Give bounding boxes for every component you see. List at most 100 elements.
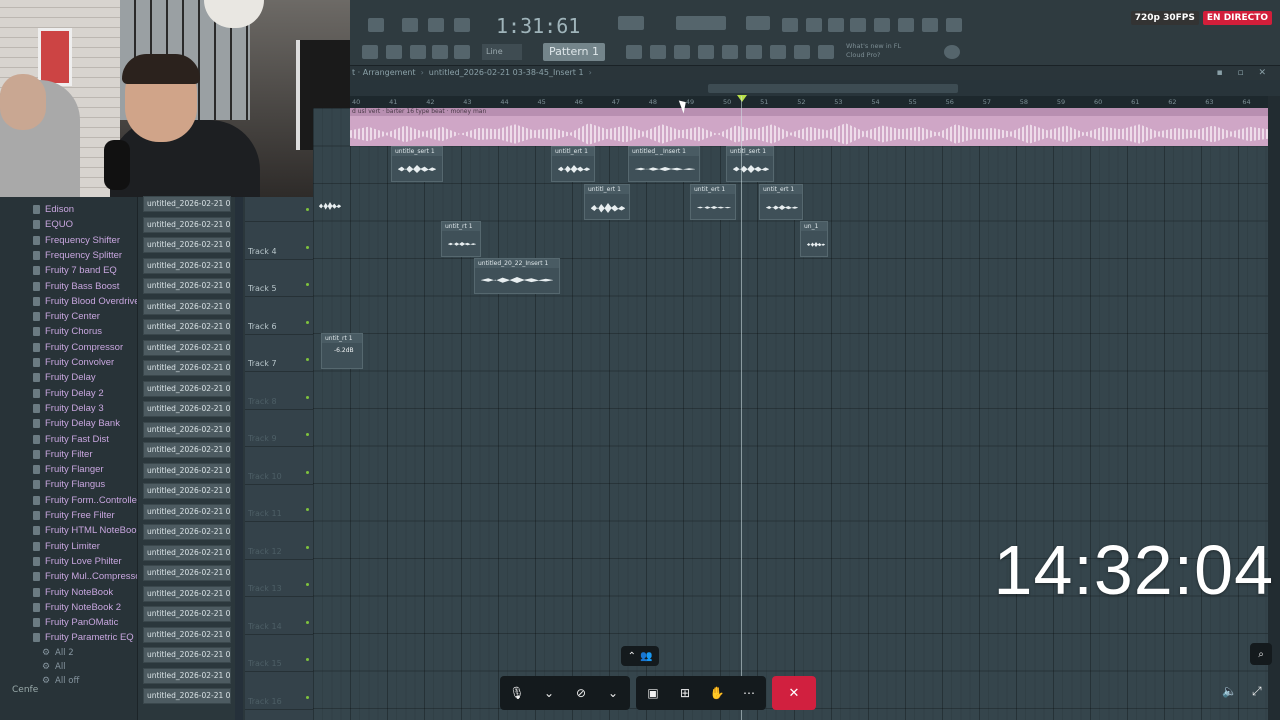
clip-list-item[interactable]: untitled_2026-02-21 03- [143,565,231,581]
browser-item[interactable]: Fruity NoteBook 2 [0,600,137,615]
clip-list-item[interactable]: untitled_2026-02-21 03- [143,544,231,561]
audio-clip[interactable]: un_1 [800,221,828,257]
mixer-icon[interactable] [698,45,714,59]
browser-item[interactable]: Fruity Love Philter [0,554,137,569]
chevron-down-icon[interactable]: ⌄ [602,682,624,704]
browser-item[interactable]: EQUO [0,217,137,232]
browser-item[interactable]: Fruity Mul..Compressor [0,569,144,584]
track-header[interactable]: Track 14 [245,598,313,635]
track-header[interactable] [245,185,313,222]
track-active-led[interactable] [306,358,309,361]
audio-clip[interactable]: untitled_ _Insert 1 [628,146,700,182]
track-header[interactable]: Track 12 [245,523,313,560]
zoom-icon[interactable]: ⌕ [1250,643,1272,665]
audio-clip-beat[interactable]: d usl vert · barter 16 type beat · money… [350,108,1268,146]
track-active-led[interactable] [306,545,309,549]
clip-list-item[interactable]: untitled_2026-02-21 03- [143,524,231,540]
save-icon[interactable] [874,18,890,32]
track-active-led[interactable] [306,208,309,211]
browser-item[interactable]: Fruity Delay [0,370,137,385]
clip-list-item[interactable]: untitled_2026-02-21 03- [143,319,231,335]
clip-list-item[interactable]: untitled_2026-02-21 03- [143,401,231,417]
track-active-led[interactable] [306,320,309,324]
track-header[interactable]: Track 9 [245,410,313,447]
clip-list-item[interactable]: untitled_2026-02-21 03- [143,442,231,458]
browser-item[interactable]: Frequency Shifter [0,233,137,248]
clip-list-item[interactable]: untitled_2026-02-21 03- [143,360,231,376]
fullscreen-icon[interactable]: ⤢ [1252,684,1270,702]
news-panel[interactable]: What's new in FL Cloud Pro? [846,42,938,62]
link-icon[interactable] [432,45,448,59]
browser-item[interactable]: Fruity 7 band EQ [0,263,137,278]
apps-icon[interactable]: ⊞ [674,682,696,704]
playlist-icon[interactable] [626,45,642,59]
track-active-led[interactable] [306,583,309,586]
piano-roll-icon[interactable] [650,45,666,59]
audio-clip[interactable]: untit_ert 1 [759,184,803,220]
browser-item[interactable]: Fruity Blood Overdrive [0,294,140,309]
clip-list-item[interactable]: untitled_2026-02-21 03- [143,647,231,663]
window-controls[interactable]: ▪ ▫ ✕ [1217,66,1272,80]
clip-list-item[interactable]: untitled_2026-02-21 03- [143,503,231,520]
clock-icon[interactable] [782,18,798,32]
browser-item[interactable]: Fruity Convolver [0,355,137,370]
preset-item[interactable]: ⚙ All 2 [0,646,137,660]
track-header[interactable]: Track 16 [245,673,313,710]
audio-clip[interactable]: untitl_ert 1 [584,184,630,220]
browser-item[interactable]: Fruity Free Filter [0,508,137,523]
cart-icon[interactable] [818,45,834,59]
track-active-led[interactable] [306,470,309,474]
track-active-led[interactable] [306,245,309,249]
snap-icon[interactable] [362,45,378,59]
audio-clip[interactable] [317,184,347,220]
clip-list-item[interactable]: untitled_2026-02-21 02- [143,237,231,253]
track-header[interactable]: Track 13 [245,560,313,597]
volume-icon[interactable]: 🔈 [1222,684,1240,702]
pencil-icon[interactable] [410,45,426,59]
clip-list-item[interactable]: untitled_2026-02-21 03- [143,688,231,704]
track-header[interactable]: Track 8 [245,373,313,410]
playhead-marker-icon[interactable] [737,95,747,102]
record-icon[interactable] [402,18,418,32]
clip-list-item[interactable]: untitled_2026-02-21 02- [143,257,231,274]
track-active-led[interactable] [306,433,309,436]
horizontal-scrollbar[interactable] [350,80,1280,96]
share-screen-icon[interactable]: ▣ [642,682,664,704]
browser-item[interactable]: Fruity Form..Controller [0,493,140,508]
track-active-led[interactable] [306,508,309,511]
loop-icon[interactable] [454,18,470,32]
raise-hand-icon[interactable]: ✋ [706,682,728,704]
track-header[interactable]: Track 7 [245,335,313,372]
browser-item[interactable]: Fruity Filter [0,447,137,462]
track-header[interactable]: Track 4 [245,223,313,260]
clip-list-item[interactable]: untitled_2026-02-21 03- [143,667,231,684]
touch-keyboard-icon[interactable] [794,45,810,59]
clip-list-item[interactable]: untitled_2026-02-21 03- [143,298,231,315]
horizontal-scroll-thumb[interactable] [708,84,958,93]
pattern-selector[interactable]: Pattern 1 [543,43,605,61]
track-header[interactable]: Track 11 [245,485,313,522]
browser-item[interactable]: Fruity Limiter [0,539,137,554]
track-header[interactable]: Track 6 [245,298,313,335]
audio-clip[interactable]: untit_ert 1 [690,184,736,220]
playlist-title-bar[interactable]: t · Arrangement › untitled_2026-02-21 03-3… [350,66,1280,80]
tempo-display[interactable] [618,16,644,30]
mixer-output-icon[interactable] [806,18,822,32]
piano-icon[interactable] [828,18,844,32]
stamp-icon[interactable] [454,45,470,59]
browser-item[interactable]: Fruity Bass Boost [0,279,137,294]
clip-list-item[interactable]: untitled_2026-02-21 02- [143,196,231,212]
track-header[interactable]: Track 15 [245,635,313,672]
audio-clip[interactable]: untitl_ert 1 [551,146,595,182]
track-header[interactable]: Track 5 [245,260,313,297]
channel-rack-icon[interactable] [674,45,690,59]
clip-list-item[interactable]: untitled_2026-02-21 03- [143,462,231,479]
browser-item[interactable]: Fruity Delay Bank [0,416,137,431]
clip-list-item[interactable]: untitled_2026-02-21 02- [143,216,231,233]
chevron-down-icon[interactable]: ⌄ [538,682,560,704]
browser-item[interactable]: Fruity PanOMatic [0,615,137,630]
browser-item[interactable]: Fruity Flangus [0,477,137,492]
clip-list-scrollbar[interactable] [235,197,243,720]
audio-clip[interactable]: untitl_sert 1 [726,146,774,182]
browser-item[interactable]: Fruity Chorus [0,324,137,339]
